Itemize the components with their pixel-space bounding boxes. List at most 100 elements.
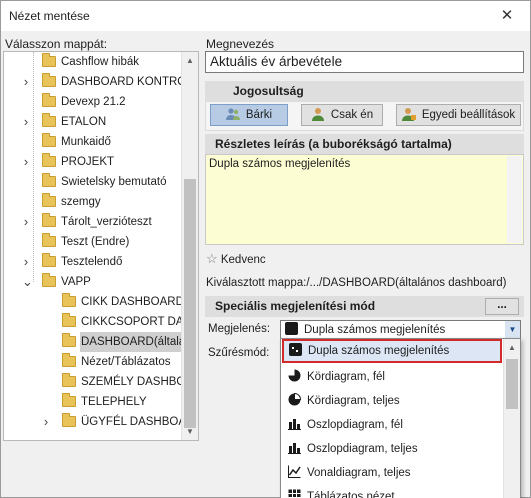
dropdown-scroll-up-icon[interactable]: ▲ xyxy=(504,339,520,356)
folder-tree-item[interactable]: CIKK DASHBOARD xyxy=(4,292,184,312)
dropdown-option[interactable]: Vonaldiagram, teljes xyxy=(282,461,502,485)
dropdown-option[interactable]: Kördiagram, fél xyxy=(282,365,502,389)
folder-tree-item[interactable]: › ETALON xyxy=(4,112,182,132)
pie-full-icon xyxy=(288,393,301,406)
folder-icon xyxy=(62,313,76,327)
folder-tree-item[interactable]: Teszt (Endre) xyxy=(4,232,182,252)
dropdown-option-label: Kördiagram, teljes xyxy=(307,395,400,407)
folder-tree-item[interactable]: Cashflow hibák xyxy=(4,52,182,72)
bar-chart-icon xyxy=(288,419,301,430)
description-textarea[interactable]: Dupla számos megjelenítés xyxy=(205,154,524,245)
folder-tree-item-label: TELEPHELY xyxy=(81,396,147,408)
window-title: Nézet mentése xyxy=(9,9,90,23)
folder-tree-item[interactable]: szemgy xyxy=(4,192,182,212)
dropdown-option-label: Dupla számos megjelenítés xyxy=(308,345,450,357)
folder-tree-item-label: CIKKCSOPORT DA... xyxy=(81,316,194,328)
folder-tree-item-selected[interactable]: DASHBOARD(általá... xyxy=(4,332,196,352)
dropdown-option[interactable]: Oszlopdiagram, teljes xyxy=(282,437,502,461)
folder-tree-scrollbar[interactable]: ▲ ▼ xyxy=(181,52,198,440)
scroll-thumb[interactable] xyxy=(184,179,196,428)
display-mode-dropdown-list[interactable]: Dupla számos megjelenítés Kördiagram, fél… xyxy=(280,338,521,498)
display-mode-select[interactable]: Dupla számos megjelenítés ▼ xyxy=(280,320,521,339)
folder-icon xyxy=(42,113,56,127)
chevron-right-icon[interactable]: › xyxy=(22,112,30,132)
folder-tree-item[interactable]: › PROJEKT xyxy=(4,152,182,172)
folder-tree-item[interactable]: Munkaidő xyxy=(4,132,182,152)
folder-tree-item[interactable]: › Tesztelendő xyxy=(4,252,182,272)
permission-custom-button[interactable]: Egyedi beállítások xyxy=(396,104,521,126)
filter-mode-label: Szűrésmód: xyxy=(208,347,270,359)
dropdown-option[interactable]: Oszlopdiagram, fél xyxy=(282,413,502,437)
folder-icon xyxy=(42,93,56,107)
chevron-right-icon[interactable]: › xyxy=(22,252,30,272)
folder-tree-item-label: SZEMÉLY DASHBO... xyxy=(81,376,195,388)
scroll-down-icon[interactable]: ▼ xyxy=(182,423,198,440)
folder-icon xyxy=(42,133,56,147)
folder-icon xyxy=(62,413,76,427)
dropdown-option-label: Kördiagram, fél xyxy=(307,371,385,383)
folder-tree-item-label: Teszt (Endre) xyxy=(61,236,130,248)
folder-tree-item-label: PROJEKT xyxy=(61,156,115,168)
folder-tree-item-label: Nézet/Táblázatos xyxy=(81,356,171,368)
title-bar: Nézet mentése ✕ xyxy=(1,1,530,31)
folder-tree-item[interactable]: Devexp 21.2 xyxy=(4,92,182,112)
permission-anyone-label: Bárki xyxy=(245,109,273,121)
display-mode-label: Megjelenés: xyxy=(208,323,271,335)
dropdown-option-label: Oszlopdiagram, teljes xyxy=(307,443,418,455)
folder-tree-item[interactable]: › ÜGYFÉL DASHBOARD xyxy=(4,412,198,432)
chevron-down-icon[interactable]: ⌄ xyxy=(22,272,33,292)
dropdown-option-label: Oszlopdiagram, fél xyxy=(307,419,403,431)
dropdown-option[interactable]: Kördiagram, teljes xyxy=(282,389,502,413)
more-options-button[interactable]: ... xyxy=(485,298,519,315)
folder-icon xyxy=(62,373,76,387)
permission-only-me-button[interactable]: Csak én xyxy=(301,104,383,126)
folder-tree-item-label: DASHBOARD KONTRO... xyxy=(61,76,196,88)
dropdown-scroll-thumb[interactable] xyxy=(506,359,518,409)
name-input[interactable]: Aktuális év árbevétele xyxy=(205,51,524,73)
permissions-row: Bárki Csak én Egyedi beállítások xyxy=(205,101,524,131)
permission-custom-label: Egyedi beállítások xyxy=(421,109,516,121)
permission-anyone-button[interactable]: Bárki xyxy=(210,104,288,126)
folder-tree-item[interactable]: › Tárolt_verzióteszt xyxy=(4,212,182,232)
folder-tree-item-label: ETALON xyxy=(61,116,107,128)
folder-tree-item-label: CIKK DASHBOARD xyxy=(81,296,184,308)
description-scrollbar[interactable] xyxy=(507,156,522,243)
chevron-right-icon[interactable]: › xyxy=(22,212,30,232)
chevron-right-icon[interactable]: › xyxy=(42,412,50,432)
star-icon: ☆ xyxy=(206,251,218,266)
special-display-header: Speciális megjelenítési mód xyxy=(205,296,524,317)
close-button[interactable]: ✕ xyxy=(484,1,530,31)
folder-tree-item-label: Swietelsky bemutató xyxy=(61,176,167,188)
folder-tree-item[interactable]: TELEPHELY xyxy=(4,392,182,412)
folder-tree-item-label: Tesztelendő xyxy=(61,256,123,268)
folder-icon xyxy=(42,233,56,247)
dropdown-option[interactable]: Dupla számos megjelenítés xyxy=(282,339,502,363)
chevron-right-icon[interactable]: › xyxy=(22,72,30,92)
dropdown-option-label: Táblázatos nézet xyxy=(307,491,395,498)
dropdown-scrollbar[interactable]: ▲ xyxy=(503,339,520,498)
folder-tree-item-label: Devexp 21.2 xyxy=(61,96,126,108)
folder-tree-item[interactable]: › DASHBOARD KONTRO... xyxy=(4,72,196,92)
folder-tree[interactable]: Cashflow hibák › DASHBOARD KONTRO... Devexp… xyxy=(3,51,199,441)
folder-tree-item[interactable]: ⌄ VAPP xyxy=(4,272,182,292)
favorite-label: Kedvenc xyxy=(220,254,266,266)
scroll-up-icon[interactable]: ▲ xyxy=(182,52,198,69)
chevron-down-icon[interactable]: ▼ xyxy=(505,321,520,338)
folder-tree-item[interactable]: CIKKCSOPORT DA... xyxy=(4,312,193,332)
table-icon xyxy=(288,489,301,498)
folder-icon xyxy=(42,193,56,207)
folder-tree-item-label: VAPP xyxy=(61,276,91,288)
chevron-right-icon[interactable]: › xyxy=(22,152,30,172)
folder-tree-item[interactable]: SZEMÉLY DASHBO... xyxy=(4,372,195,392)
folder-icon xyxy=(42,73,56,87)
folder-icon xyxy=(42,53,56,67)
folder-icon xyxy=(62,333,76,347)
people-icon xyxy=(225,108,240,120)
pie-half-icon xyxy=(288,369,301,382)
folder-tree-item[interactable]: Swietelsky bemutató xyxy=(4,172,182,192)
dropdown-option[interactable]: Táblázatos nézet xyxy=(282,485,502,498)
favorite-toggle[interactable]: ☆ Kedvenc xyxy=(206,251,266,267)
permissions-header: Jogosultság xyxy=(205,81,524,101)
folder-icon xyxy=(42,153,56,167)
folder-tree-item[interactable]: Nézet/Táblázatos xyxy=(4,352,182,372)
